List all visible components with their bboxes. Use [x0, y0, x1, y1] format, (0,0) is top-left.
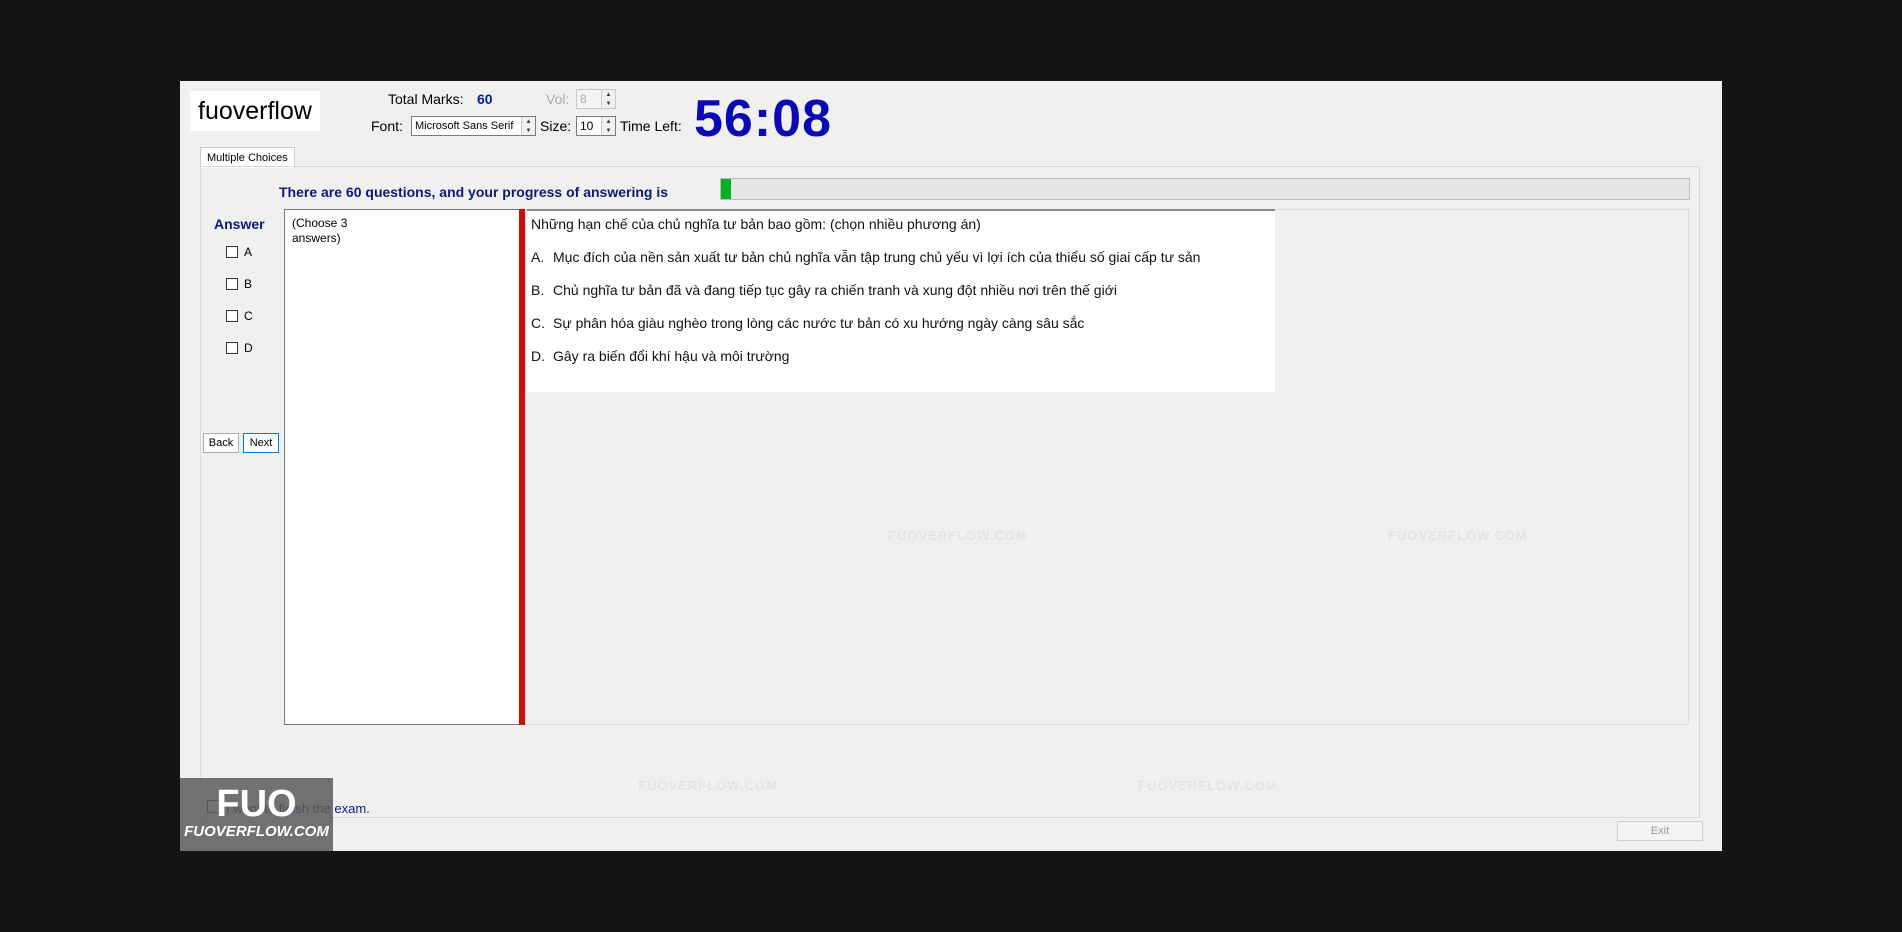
question-option-b: B. Chủ nghĩa tư bản đã và đang tiếp tục g…: [531, 279, 1271, 312]
next-button[interactable]: Next: [243, 433, 279, 453]
answer-option-a[interactable]: A: [226, 245, 252, 259]
option-text: Gây ra biến đổi khí hậu và môi trường: [553, 348, 790, 364]
checkbox-c[interactable]: [226, 310, 238, 322]
answer-option-c[interactable]: C: [226, 309, 253, 323]
answer-option-label: A: [244, 245, 253, 259]
answer-option-label: D: [244, 341, 253, 355]
question-option-c: C. Sự phân hóa giàu nghèo trong lòng các …: [531, 312, 1271, 345]
answer-option-label: C: [244, 309, 253, 323]
option-letter: A.: [531, 249, 545, 265]
font-spinner-arrows-icon[interactable]: ▲ ▼: [521, 117, 535, 135]
option-text: Sự phân hóa giàu nghèo trong lòng các nư…: [553, 315, 1085, 331]
checkbox-a[interactable]: [226, 246, 238, 258]
watermark: FUOVERFLOW.COM: [638, 778, 778, 793]
exam-window: fuoverflow Total Marks: 60 Vol: 8 ▲ ▼ Fon…: [180, 81, 1722, 851]
fuoverflow-badge: FUO FUOVERFLOW.COM: [180, 778, 333, 851]
progress-text: There are 60 questions, and your progres…: [279, 184, 668, 200]
answer-option-d[interactable]: D: [226, 341, 253, 355]
vol-value: 8: [580, 92, 587, 106]
answer-title: Answer: [214, 216, 265, 232]
badge-small-text: FUOVERFLOW.COM: [184, 823, 329, 840]
option-letter: B.: [531, 282, 545, 298]
question-text: Những hạn chế của chủ nghĩa tư bản bao g…: [531, 216, 981, 232]
total-marks-label: Total Marks:: [388, 91, 464, 107]
logo: fuoverflow: [190, 91, 320, 131]
answer-option-b[interactable]: B: [226, 277, 252, 291]
time-left-value: 56:08: [694, 90, 832, 148]
question-option-a: A. Mục đích của nền sản xuất tư bản chủ n…: [531, 246, 1271, 279]
size-label: Size:: [540, 118, 572, 134]
tab-multiple-choices[interactable]: Multiple Choices: [200, 147, 295, 168]
exit-button[interactable]: Exit: [1617, 821, 1703, 841]
checkbox-d[interactable]: [226, 342, 238, 354]
choose-hint: (Choose 3 answers): [284, 209, 520, 725]
option-text: Mục đích của nền sản xuất tư bản chủ ngh…: [553, 249, 1201, 265]
size-value: 10: [580, 119, 594, 133]
time-left-label: Time Left:: [620, 118, 682, 134]
progress-fill: [721, 179, 731, 199]
back-button[interactable]: Back: [203, 433, 239, 453]
badge-big-text: FUO: [216, 783, 297, 825]
progress-bar: [720, 178, 1690, 200]
font-selector[interactable]: Microsoft Sans Serif ▲ ▼: [411, 116, 536, 136]
question-option-d: D. Gây ra biến đổi khí hậu và môi trường: [531, 345, 1271, 378]
vol-spinner[interactable]: 8 ▲ ▼: [576, 89, 616, 109]
question-box: Những hạn chế của chủ nghĩa tư bản bao g…: [527, 209, 1275, 392]
answer-option-label: B: [244, 277, 253, 291]
option-text: Chủ nghĩa tư bản đã và đang tiếp tục gây…: [553, 282, 1117, 298]
vol-spinner-arrows-icon[interactable]: ▲ ▼: [601, 90, 615, 108]
total-marks-value: 60: [477, 91, 493, 107]
watermark: FUOVERFLOW.COM: [1138, 778, 1278, 793]
size-spinner-arrows-icon[interactable]: ▲ ▼: [601, 117, 615, 135]
option-letter: C.: [531, 315, 545, 331]
checkbox-b[interactable]: [226, 278, 238, 290]
font-label: Font:: [371, 118, 403, 134]
size-spinner[interactable]: 10 ▲ ▼: [576, 116, 616, 136]
vol-label: Vol:: [546, 91, 570, 107]
font-value: Microsoft Sans Serif: [415, 120, 514, 132]
option-letter: D.: [531, 348, 545, 364]
